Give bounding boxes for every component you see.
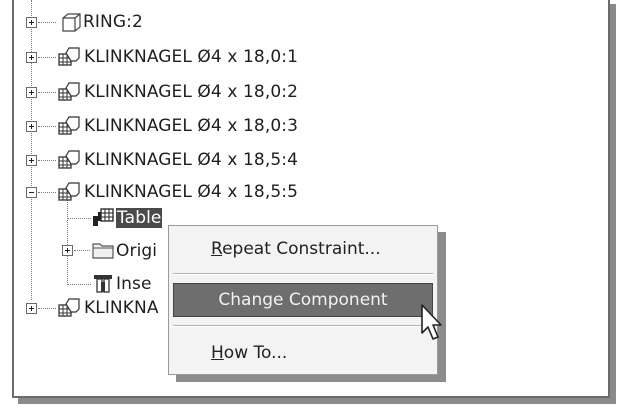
panel-shadow (610, 4, 616, 402)
tree-connector (67, 218, 91, 219)
tree-connector (74, 250, 90, 251)
tree-item-label: Inse (116, 274, 152, 294)
panel-shadow (18, 398, 616, 404)
mnemonic: R (211, 239, 223, 259)
assembly-icon (58, 116, 80, 135)
part-icon (62, 13, 81, 32)
context-menu: Repeat Constraint... Change Component Ho… (168, 225, 438, 375)
tree-item[interactable]: KLINKNAGEL Ø4 x 18,0:3 (84, 115, 298, 137)
tree-item-selected[interactable]: Table (116, 207, 163, 229)
menu-separator (173, 273, 433, 275)
assembly-icon (58, 298, 80, 317)
tree-item-label: KLINKNAGEL Ø4 x 18,0:3 (84, 116, 298, 136)
tree-connector (38, 308, 56, 309)
tree-connector (38, 92, 56, 93)
expand-toggle[interactable] (26, 303, 37, 314)
tree-connector (38, 57, 56, 58)
tree-connector (67, 284, 91, 285)
tree-item[interactable]: KLINKNA (84, 297, 159, 319)
tree-connector (38, 126, 56, 127)
expand-toggle[interactable] (26, 121, 37, 132)
tree-item-label: Table (116, 208, 163, 228)
tree-item[interactable]: KLINKNAGEL Ø4 x 18,5:5 (84, 181, 298, 203)
menu-item-label-rest: ow To... (223, 343, 288, 363)
expand-toggle[interactable] (26, 17, 37, 28)
tree-connector (38, 22, 56, 23)
tree-item-label: RING:2 (83, 12, 143, 32)
menu-item-label: How To... (211, 343, 287, 363)
insert-constraint-icon (94, 275, 112, 293)
tree-item[interactable]: KLINKNAGEL Ø4 x 18,0:2 (84, 81, 298, 103)
mnemonic: H (211, 343, 224, 363)
tree-item-label: KLINKNA (84, 298, 159, 318)
tree-item-label: KLINKNAGEL Ø4 x 18,5:5 (84, 182, 298, 202)
expand-toggle[interactable] (62, 245, 73, 256)
menu-item-how-to[interactable]: How To... (173, 336, 433, 370)
expand-toggle[interactable] (26, 87, 37, 98)
expand-toggle[interactable] (26, 52, 37, 63)
tree-item[interactable]: Inse (116, 273, 152, 295)
tree-item-label: KLINKNAGEL Ø4 x 18,0:2 (84, 82, 298, 102)
menu-item-label-rest: epeat Constraint... (222, 239, 381, 259)
menu-item-change-component[interactable]: Change Component (173, 283, 433, 317)
assembly-icon (58, 47, 80, 66)
folder-icon (92, 243, 114, 259)
tree-item[interactable]: KLINKNAGEL Ø4 x 18,5:4 (84, 149, 298, 171)
tree-item[interactable]: KLINKNAGEL Ø4 x 18,0:1 (84, 46, 298, 68)
tree-connector (38, 160, 56, 161)
tree-item[interactable]: RING:2 (83, 11, 143, 33)
menu-separator (173, 325, 433, 327)
tree-connector (31, 0, 32, 300)
assembly-icon (58, 82, 80, 101)
menu-item-label: Change Component (218, 290, 388, 310)
tree-connector (67, 193, 68, 285)
table-constraint-icon (93, 208, 114, 226)
tree-item-label: KLINKNAGEL Ø4 x 18,0:1 (84, 47, 298, 67)
menu-item-repeat-constraint[interactable]: Repeat Constraint... (173, 232, 433, 266)
tree-item-label: Origi (116, 241, 158, 261)
assembly-icon (58, 150, 80, 169)
collapse-toggle[interactable] (26, 187, 37, 198)
tree-connector (38, 192, 56, 193)
expand-toggle[interactable] (26, 155, 37, 166)
tree-item-label: KLINKNAGEL Ø4 x 18,5:4 (84, 150, 298, 170)
menu-item-label: Repeat Constraint... (211, 239, 381, 259)
tree-item[interactable]: Origi (116, 240, 157, 262)
assembly-icon (58, 182, 80, 201)
mouse-cursor-icon (421, 304, 442, 340)
